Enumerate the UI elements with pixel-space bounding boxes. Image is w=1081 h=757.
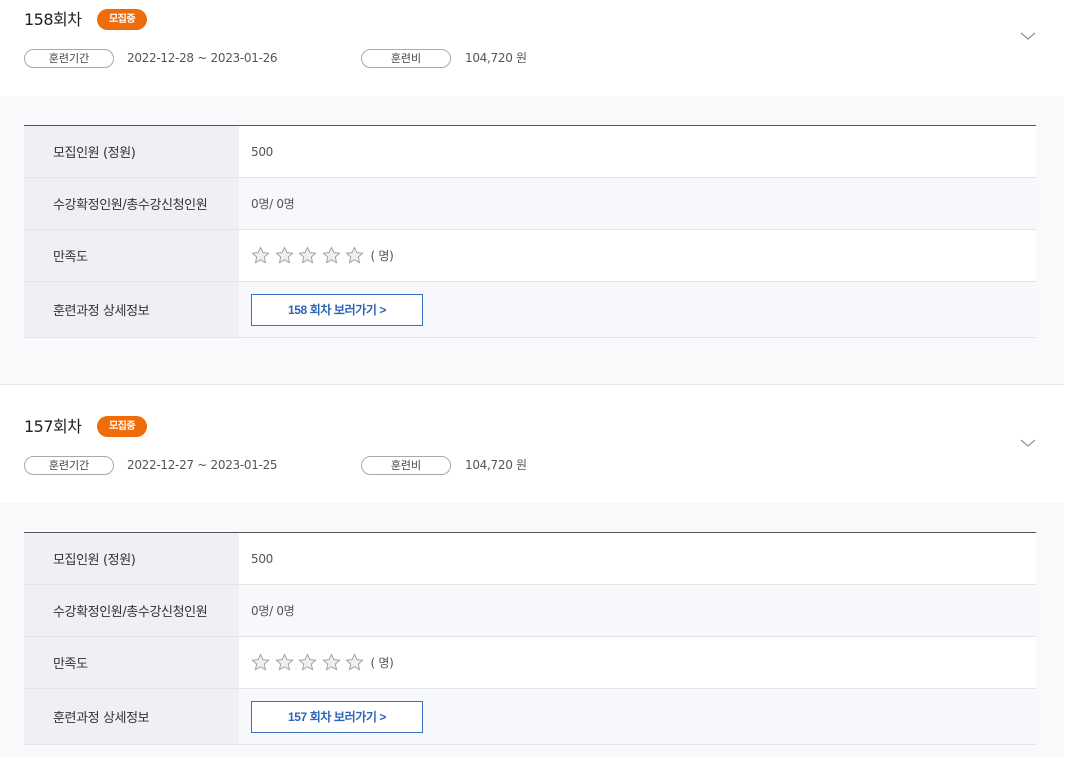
chevron-down-icon[interactable] xyxy=(1019,30,1037,42)
section-divider xyxy=(0,384,1064,407)
session-header[interactable]: 158회차 모집중 훈련기간 2022-12-28 ~ 2023-01-26 훈… xyxy=(0,0,1064,96)
table-row: 모집인원 (정원) 500 xyxy=(24,533,1036,585)
detail-cell: 158 회차 보러가기 > xyxy=(239,282,1036,337)
recruiting-badge: 모집중 xyxy=(97,9,147,30)
chevron-down-icon[interactable] xyxy=(1019,437,1037,449)
period-label-pill: 훈련기간 xyxy=(24,456,114,475)
rating-stars xyxy=(251,246,369,265)
table-row: 훈련과정 상세정보 157 회차 보러가기 > xyxy=(24,689,1036,745)
star-outline-icon xyxy=(274,246,294,264)
period-label-pill: 훈련기간 xyxy=(24,49,114,68)
session-details: 모집인원 (정원) 500 수강확정인원/총수강신청인원 0명/ 0명 만족도 xyxy=(0,96,1064,385)
capacity-value: 500 xyxy=(239,533,1036,584)
view-session-158-button[interactable]: 158 회차 보러가기 > xyxy=(251,293,423,326)
capacity-label: 모집인원 (정원) xyxy=(24,126,239,177)
table-row: 만족도 ( 명) xyxy=(24,637,1036,689)
rating-count: ( 명) xyxy=(370,656,394,670)
star-outline-icon xyxy=(298,246,317,264)
course-session-list: 158회차 모집중 훈련기간 2022-12-28 ~ 2023-01-26 훈… xyxy=(0,0,1081,757)
capacity-value: 500 xyxy=(239,126,1036,177)
detail-label: 훈련과정 상세정보 xyxy=(24,282,239,337)
table-row: 모집인원 (정원) 500 xyxy=(24,126,1036,178)
table-row: 만족도 ( 명) xyxy=(24,230,1036,282)
recruiting-badge: 모집중 xyxy=(97,416,147,437)
fee-label-pill: 훈련비 xyxy=(361,49,451,68)
session-title: 157회차 xyxy=(24,417,82,436)
session-157: 157회차 모집중 훈련기간 2022-12-27 ~ 2023-01-25 훈… xyxy=(0,407,1064,757)
session-info-table: 모집인원 (정원) 500 수강확정인원/총수강신청인원 0명/ 0명 만족도 xyxy=(24,532,1036,745)
rating-value: ( 명) xyxy=(239,230,1036,281)
rating-stars xyxy=(251,653,369,672)
star-outline-icon xyxy=(274,653,294,671)
rating-value: ( 명) xyxy=(239,637,1036,688)
star-outline-icon xyxy=(321,246,341,264)
session-title: 158회차 xyxy=(24,10,82,29)
star-outline-icon xyxy=(298,653,317,671)
rating-label: 만족도 xyxy=(24,637,239,688)
star-outline-icon xyxy=(251,246,270,264)
table-row: 수강확정인원/총수강신청인원 0명/ 0명 xyxy=(24,585,1036,637)
rating-count: ( 명) xyxy=(370,249,394,263)
enrollment-value: 0명/ 0명 xyxy=(239,178,1036,229)
table-row: 수강확정인원/총수강신청인원 0명/ 0명 xyxy=(24,178,1036,230)
session-details: 모집인원 (정원) 500 수강확정인원/총수강신청인원 0명/ 0명 만족도 xyxy=(0,503,1064,757)
enrollment-label: 수강확정인원/총수강신청인원 xyxy=(24,585,239,636)
period-value: 2022-12-27 ~ 2023-01-25 xyxy=(127,458,278,472)
star-outline-icon xyxy=(321,653,341,671)
capacity-label: 모집인원 (정원) xyxy=(24,533,239,584)
fee-value: 104,720 원 xyxy=(465,458,527,472)
session-header[interactable]: 157회차 모집중 훈련기간 2022-12-27 ~ 2023-01-25 훈… xyxy=(0,407,1064,503)
enrollment-value: 0명/ 0명 xyxy=(239,585,1036,636)
star-outline-icon xyxy=(251,653,270,671)
period-value: 2022-12-28 ~ 2023-01-26 xyxy=(127,51,278,65)
fee-value: 104,720 원 xyxy=(465,51,527,65)
detail-cell: 157 회차 보러가기 > xyxy=(239,689,1036,744)
fee-label-pill: 훈련비 xyxy=(361,456,451,475)
view-session-157-button[interactable]: 157 회차 보러가기 > xyxy=(251,700,423,733)
rating-label: 만족도 xyxy=(24,230,239,281)
enrollment-label: 수강확정인원/총수강신청인원 xyxy=(24,178,239,229)
session-info-table: 모집인원 (정원) 500 수강확정인원/총수강신청인원 0명/ 0명 만족도 xyxy=(24,125,1036,338)
star-outline-icon xyxy=(345,653,364,671)
detail-label: 훈련과정 상세정보 xyxy=(24,689,239,744)
table-row: 훈련과정 상세정보 158 회차 보러가기 > xyxy=(24,282,1036,338)
session-158: 158회차 모집중 훈련기간 2022-12-28 ~ 2023-01-26 훈… xyxy=(0,0,1064,385)
star-outline-icon xyxy=(345,246,364,264)
